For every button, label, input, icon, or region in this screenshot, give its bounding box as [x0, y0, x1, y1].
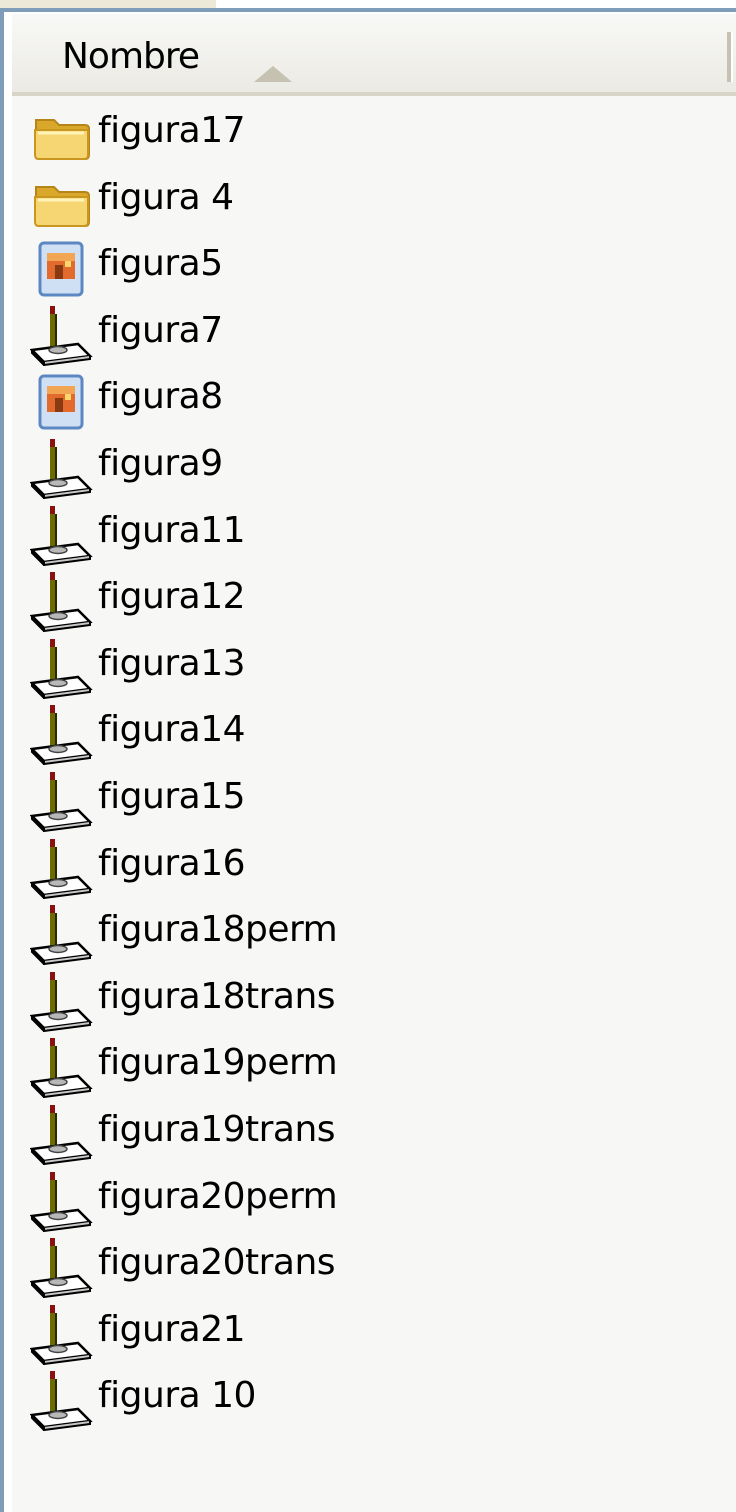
file-name-label: figura9 [98, 443, 223, 484]
joystick-icon [29, 1305, 94, 1366]
file-list-item[interactable]: figura 4 [12, 167, 712, 233]
file-list: figura17 figura 4 figura5 figura7 figura8 fig… [12, 100, 722, 1512]
file-name-label: figura13 [98, 643, 246, 684]
file-list-item[interactable]: figura17 [12, 100, 712, 166]
file-list-item[interactable]: figura13 [12, 633, 712, 700]
file-name-label: figura8 [98, 376, 223, 417]
file-name-label: figura20perm [98, 1176, 338, 1217]
file-list-item[interactable]: figura18trans [12, 966, 712, 1033]
column-header-label: Nombre [62, 36, 200, 77]
joystick-icon [29, 639, 94, 700]
joystick-icon [29, 439, 94, 500]
file-name-label: figura16 [98, 843, 246, 884]
joystick-icon [29, 572, 94, 633]
file-name-label: figura 10 [98, 1375, 256, 1416]
file-name-label: figura19trans [98, 1109, 336, 1150]
file-name-label: figura15 [98, 776, 246, 817]
joystick-icon [29, 1238, 94, 1299]
joystick-icon [29, 1172, 94, 1233]
sort-ascending-icon [254, 66, 292, 82]
file-list-item[interactable]: figura20perm [12, 1166, 712, 1233]
file-name-label: figura5 [98, 243, 223, 284]
column-header-name[interactable]: Nombre [12, 16, 736, 96]
file-list-item[interactable]: figura11 [12, 500, 712, 567]
file-name-label: figura21 [98, 1309, 246, 1350]
file-list-item[interactable]: figura19perm [12, 1032, 712, 1099]
file-list-item[interactable]: figura14 [12, 699, 712, 766]
file-name-label: figura 4 [98, 177, 234, 218]
frame-border-top [0, 8, 736, 12]
file-name-label: figura14 [98, 709, 246, 750]
joystick-icon [29, 705, 94, 766]
joystick-icon [29, 772, 94, 833]
image-file-icon [30, 239, 94, 299]
joystick-icon [29, 1038, 94, 1099]
file-list-item[interactable]: figura9 [12, 433, 712, 500]
file-list-item[interactable]: figura8 [12, 366, 712, 432]
file-list-window: Nombre figura17 figura 4 figura5 figura7 fig… [0, 0, 736, 1512]
file-name-label: figura20trans [98, 1242, 336, 1283]
file-list-item[interactable]: figura5 [12, 233, 712, 299]
file-list-item[interactable]: figura19trans [12, 1099, 712, 1166]
column-resize-handle[interactable] [727, 32, 733, 82]
file-list-item[interactable]: figura12 [12, 566, 712, 633]
file-list-item[interactable]: figura18perm [12, 899, 712, 966]
file-name-label: figura7 [98, 310, 223, 351]
file-name-label: figura19perm [98, 1042, 338, 1083]
file-name-label: figura18perm [98, 909, 338, 950]
file-list-item[interactable]: figura 10 [12, 1365, 712, 1432]
joystick-icon [29, 972, 94, 1033]
joystick-icon [29, 306, 94, 367]
file-name-label: figura18trans [98, 976, 336, 1017]
file-name-label: figura17 [98, 110, 246, 151]
image-file-icon [30, 372, 94, 432]
file-list-item[interactable]: figura15 [12, 766, 712, 833]
joystick-icon [29, 1105, 94, 1166]
file-list-item[interactable]: figura16 [12, 833, 712, 900]
file-list-item[interactable]: figura7 [12, 300, 712, 367]
joystick-icon [29, 839, 94, 900]
file-list-item[interactable]: figura20trans [12, 1232, 712, 1299]
file-name-label: figura12 [98, 576, 246, 617]
frame-inner-left [4, 12, 12, 1512]
folder-icon [30, 106, 94, 166]
file-name-label: figura11 [98, 510, 246, 551]
folder-icon [30, 173, 94, 233]
window-frame-top [0, 0, 736, 14]
joystick-icon [29, 506, 94, 567]
file-list-item[interactable]: figura21 [12, 1299, 712, 1366]
joystick-icon [29, 905, 94, 966]
joystick-icon [29, 1371, 94, 1432]
